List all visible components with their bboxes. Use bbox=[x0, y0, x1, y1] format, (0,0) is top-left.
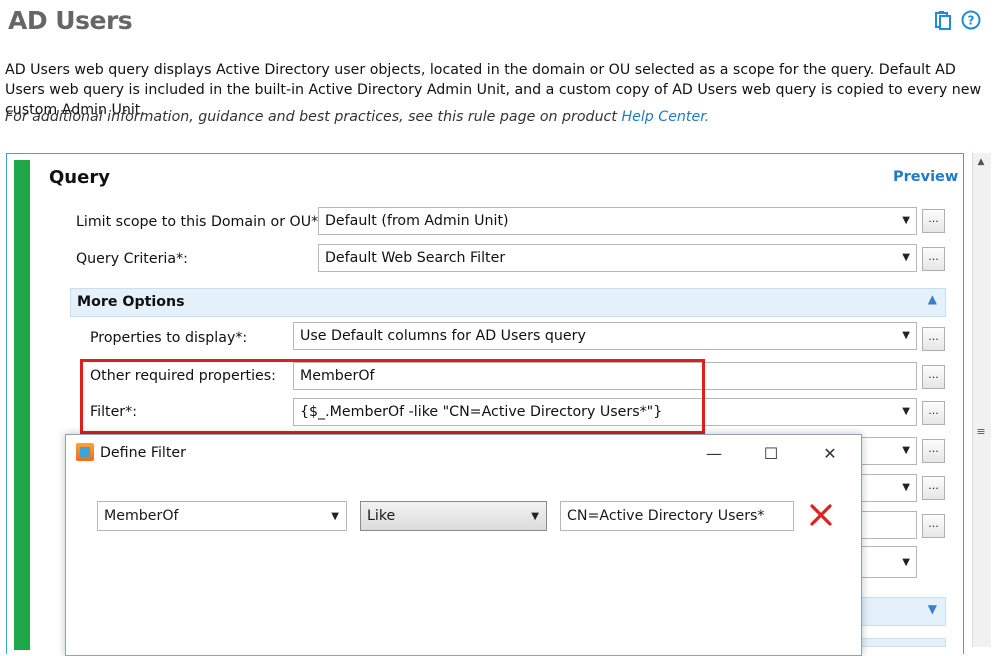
chevron-down-icon: ▼ bbox=[902, 557, 910, 568]
page-title: AD Users bbox=[8, 6, 133, 35]
hidden-select-2[interactable]: ▼ bbox=[860, 474, 917, 502]
scrollbar[interactable] bbox=[972, 153, 991, 647]
chevron-down-icon: ▼ bbox=[902, 252, 910, 263]
other-properties-browse-button[interactable]: ... bbox=[922, 365, 945, 389]
hidden-select-4[interactable]: ▼ bbox=[860, 546, 917, 578]
help-icon[interactable]: ? bbox=[961, 10, 981, 30]
app-icon bbox=[76, 443, 94, 461]
help-hint-text: For additional information, guidance and… bbox=[5, 109, 622, 125]
hidden-browse-button-3[interactable]: ... bbox=[922, 514, 945, 538]
criteria-select[interactable]: Default Web Search Filter ▼ bbox=[318, 244, 917, 272]
chevron-down-icon: ▼ bbox=[531, 511, 539, 522]
properties-value: Use Default columns for AD Users query bbox=[300, 328, 586, 344]
properties-browse-button[interactable]: ... bbox=[922, 327, 945, 351]
chevron-up-icon: ▲ bbox=[927, 292, 937, 306]
highlight-box bbox=[80, 359, 705, 434]
filter-operator-select[interactable]: Like ▼ bbox=[360, 501, 547, 531]
filter-browse-button[interactable]: ... bbox=[922, 401, 945, 425]
chevron-down-icon: ▼ bbox=[902, 406, 910, 417]
preview-link[interactable]: Preview bbox=[893, 169, 958, 185]
hidden-browse-button-1[interactable]: ... bbox=[922, 439, 945, 463]
scroll-up-arrow-icon[interactable]: ▲ bbox=[972, 153, 990, 171]
dialog-title: Define Filter bbox=[100, 445, 186, 461]
hidden-select-1[interactable]: ▼ bbox=[860, 437, 917, 465]
collapsed-section-header[interactable]: ▼ bbox=[860, 597, 946, 626]
properties-select[interactable]: Use Default columns for AD Users query ▼ bbox=[293, 322, 917, 350]
clipboard-icon[interactable] bbox=[933, 10, 953, 30]
filter-value-input[interactable]: CN=Active Directory Users* bbox=[560, 501, 794, 531]
svg-text:?: ? bbox=[968, 14, 975, 28]
scope-browse-button[interactable]: ... bbox=[922, 209, 945, 233]
hidden-browse-button-2[interactable]: ... bbox=[922, 476, 945, 500]
query-section-title: Query bbox=[49, 167, 110, 188]
delete-condition-icon[interactable] bbox=[808, 502, 834, 528]
define-filter-dialog bbox=[65, 434, 862, 656]
more-options-header[interactable]: More Options ▲ bbox=[70, 288, 946, 317]
filter-property-select[interactable]: MemberOf ▼ bbox=[97, 501, 347, 531]
chevron-down-icon: ▼ bbox=[331, 511, 339, 522]
more-options-title: More Options bbox=[77, 294, 185, 310]
scope-label: Limit scope to this Domain or OU*: bbox=[76, 214, 323, 230]
section-status-bar bbox=[14, 160, 30, 650]
hidden-input-3[interactable] bbox=[860, 511, 917, 539]
chevron-down-icon: ▼ bbox=[927, 602, 937, 616]
filter-operator-value: Like bbox=[367, 508, 396, 524]
chevron-down-icon: ▼ bbox=[902, 215, 910, 226]
scrollbar-grip-icon[interactable]: ≡ bbox=[974, 425, 988, 438]
filter-value-text: CN=Active Directory Users* bbox=[567, 508, 765, 524]
scope-select[interactable]: Default (from Admin Unit) ▼ bbox=[318, 207, 917, 235]
maximize-button[interactable]: ☐ bbox=[759, 444, 783, 464]
help-center-link[interactable]: Help Center. bbox=[621, 109, 709, 125]
chevron-down-icon: ▼ bbox=[902, 445, 910, 456]
chevron-down-icon: ▼ bbox=[902, 482, 910, 493]
help-hint: For additional information, guidance and… bbox=[5, 109, 709, 125]
minimize-button[interactable]: — bbox=[702, 444, 726, 464]
properties-label: Properties to display*: bbox=[90, 330, 248, 346]
chevron-down-icon: ▼ bbox=[902, 330, 910, 341]
criteria-value: Default Web Search Filter bbox=[325, 250, 506, 266]
criteria-browse-button[interactable]: ... bbox=[922, 247, 945, 271]
criteria-label: Query Criteria*: bbox=[76, 251, 188, 267]
collapsed-section-header-2[interactable] bbox=[860, 638, 946, 647]
filter-property-value: MemberOf bbox=[104, 508, 179, 524]
scope-value: Default (from Admin Unit) bbox=[325, 213, 509, 229]
close-button[interactable]: ✕ bbox=[818, 444, 842, 464]
